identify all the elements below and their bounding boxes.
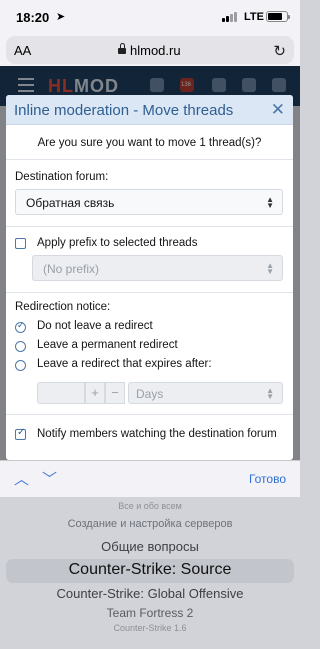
reload-icon[interactable]: ↻ (273, 42, 286, 60)
status-bar: 18:20 ➤ LTE (0, 0, 300, 34)
apply-prefix-label: Apply prefix to selected threads (37, 237, 198, 249)
select-arrows-icon: ▲ ▼ (266, 386, 274, 401)
picker-option[interactable]: Все и обо всем (0, 501, 300, 511)
prefix-select[interactable]: (No prefix) ▲ ▼ (32, 255, 283, 281)
dialog-title: Inline moderation - Move threads (14, 102, 234, 119)
battery-icon (266, 11, 290, 22)
forum-picker-wheel[interactable]: Все и обо всем Создание и настройка серв… (0, 497, 300, 649)
redirection-label: Redirection notice: (15, 301, 111, 313)
divider (6, 414, 293, 415)
confirm-message: Are you sure you want to move 1 thread(s… (37, 137, 262, 149)
network-type: LTE (244, 11, 264, 23)
notify-watchers-checkbox[interactable] (15, 427, 26, 440)
expire-unit-select[interactable]: Days ▲ ▼ (128, 382, 283, 404)
radio-no-redirect-label: Do not leave a redirect (37, 320, 153, 332)
dialog-header: Inline moderation - Move threads ✕ (6, 95, 293, 125)
chevron-up-icon[interactable]: ︿ (14, 468, 29, 489)
decrement-button[interactable]: − (105, 382, 125, 404)
divider (6, 159, 293, 160)
address-host[interactable]: hlmod.ru (130, 43, 181, 58)
done-button[interactable]: Готово (249, 472, 286, 486)
address-bar[interactable]: AA hlmod.ru ↻ (6, 36, 294, 64)
picker-option[interactable]: Создание и настройка серверов (0, 518, 300, 530)
picker-option-selected[interactable]: Counter-Strike: Source (0, 561, 300, 579)
radio-permanent-redirect[interactable] (15, 341, 26, 352)
browser-toolbar: AA hlmod.ru ↻ (0, 34, 300, 66)
increment-button[interactable]: + (85, 382, 105, 404)
lock-icon (118, 43, 126, 54)
radio-no-redirect[interactable] (15, 320, 26, 333)
notify-watchers-label: Notify members watching the destination … (37, 428, 277, 440)
text-size-button[interactable]: AA (14, 43, 31, 58)
picker-option[interactable]: Counter-Strike 1.6 (0, 623, 300, 633)
select-arrows-icon: ▲ ▼ (266, 261, 274, 276)
expire-unit-value: Days (136, 387, 164, 401)
picker-option[interactable]: Общие вопросы (0, 539, 300, 554)
radio-expiring-redirect-label: Leave a redirect that expires after: (37, 358, 212, 370)
chevron-down-icon[interactable]: ﹀ (42, 468, 57, 489)
location-arrow-icon: ➤ (56, 11, 66, 23)
close-icon[interactable]: ✕ (271, 100, 285, 120)
status-time: 18:20 (16, 10, 50, 25)
destination-label: Destination forum: (15, 171, 109, 183)
apply-prefix-checkbox[interactable] (15, 238, 26, 249)
prefix-value: (No prefix) (43, 262, 100, 276)
keyboard-accessory-bar: ︿ ﹀ Готово (0, 460, 300, 497)
radio-expiring-redirect[interactable] (15, 360, 26, 371)
destination-forum-select[interactable]: Обратная связь ▲ ▼ (15, 189, 283, 215)
expire-amount-input[interactable] (37, 382, 85, 404)
signal-strength-icon (222, 12, 238, 22)
destination-forum-value: Обратная связь (26, 196, 115, 210)
select-arrows-icon: ▲ ▼ (266, 195, 274, 210)
divider (6, 292, 293, 293)
picker-option[interactable]: Counter-Strike: Global Offensive (0, 586, 300, 601)
picker-option[interactable]: Team Fortress 2 (0, 606, 300, 620)
move-threads-dialog: Inline moderation - Move threads ✕ Are y… (6, 95, 293, 460)
divider (6, 226, 293, 227)
radio-permanent-redirect-label: Leave a permanent redirect (37, 339, 178, 351)
